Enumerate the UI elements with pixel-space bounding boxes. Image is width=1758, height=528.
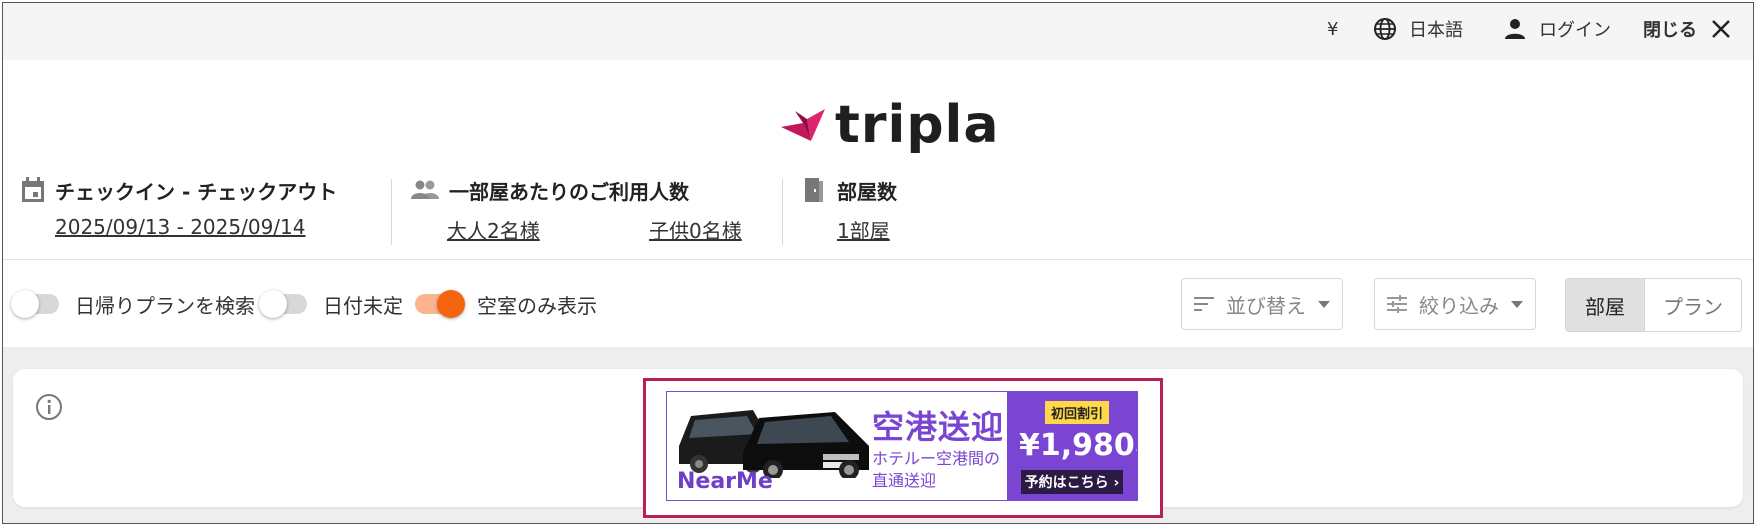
sort-label: 並び替え [1226,293,1306,318]
van-image [679,410,869,478]
login-label: ログイン [1539,20,1611,41]
date-range-label-row: チェックイン - チェックアウト [21,175,381,205]
language-selector[interactable]: 日本語 [1373,3,1463,55]
filter-label: 絞り込み [1419,293,1499,318]
booking-widget: ¥ 日本語 ログイン 閉じる tripla チェックイン - チェックアウト 2… [2,2,1754,524]
view-rooms-tab[interactable]: 部屋 [1566,279,1644,331]
undecided-date-label: 日付未定 [323,293,403,318]
search-conditions: チェックイン - チェックアウト 2025/09/13 - 2025/09/14… [3,175,1753,245]
vacancy-only-switch[interactable] [415,290,465,318]
info-icon[interactable] [35,393,63,421]
currency-label: ¥ [1327,18,1339,40]
price-text: ¥1,980~ [1019,428,1137,463]
rooms-section: 部屋数 1部屋 [803,175,1003,245]
date-range-value[interactable]: 2025/09/13 - 2025/09/14 [55,215,305,239]
banner-title: 空港送迎 [872,408,1005,446]
vacancy-only-label: 空室のみ表示 [477,293,597,318]
tripla-logo: tripla [781,95,999,155]
discount-badge: 初回割引 [1045,401,1110,424]
rooms-label-row: 部屋数 [803,175,1003,205]
sort-button[interactable]: 並び替え [1181,278,1343,330]
divider [782,179,783,245]
ad-banner-frame: NearMe 空港送迎 ホテルー空港間の 直通送迎 初回割引 ¥1,980~ 予… [643,378,1163,518]
date-range-label: チェックイン - チェックアウト [55,179,338,204]
reserve-button[interactable]: 予約はこちら › [1021,470,1123,494]
divider [391,179,392,245]
rooms-label: 部屋数 [837,179,897,204]
guests-label-row: 一部屋あたりのご利用人数 [411,175,771,205]
close-button[interactable]: 閉じる [1643,3,1731,55]
undecided-date-toggle[interactable]: 日付未定 [259,290,403,318]
tune-icon [1387,295,1407,313]
close-icon [1712,20,1730,38]
currency-selector[interactable]: ¥ [1327,3,1338,55]
logo-text: tripla [835,95,1000,155]
sort-icon [1194,297,1214,311]
adults-value[interactable]: 大人2名様 [447,215,540,244]
undecided-date-switch[interactable] [259,290,307,318]
user-icon [1505,19,1525,39]
children-value[interactable]: 子供0名様 [649,215,742,244]
day-trip-label: 日帰りプランを検索 [75,293,255,318]
banner-subtitle: ホテルー空港間の 直通送迎 [872,448,1000,492]
rooms-value[interactable]: 1部屋 [837,215,890,244]
chevron-down-icon [1318,300,1330,308]
banner-subtitle-line: ホテルー空港間の [872,449,1001,468]
top-bar: ¥ 日本語 ログイン 閉じる [3,3,1753,60]
filter-bar: 日帰りプランを検索 日付未定 空室のみ表示 並び替え 絞り込み 部屋 プラン [3,273,1753,335]
price-suffix: ~ [1135,439,1137,460]
banner-subtitle-line: 直通送迎 [872,471,937,490]
language-label: 日本語 [1409,20,1463,41]
globe-icon [1374,18,1396,40]
guests-section: 一部屋あたりのご利用人数 大人2名様 子供0名様 [411,175,771,245]
login-button[interactable]: ログイン [1503,3,1611,55]
filter-button[interactable]: 絞り込み [1374,278,1536,330]
price-panel: 初回割引 ¥1,980~ 予約はこちら › [1007,392,1137,500]
view-toggle: 部屋 プラン [1565,278,1742,332]
airport-transfer-banner[interactable]: NearMe 空港送迎 ホテルー空港間の 直通送迎 初回割引 ¥1,980~ 予… [666,391,1138,501]
guests-label: 一部屋あたりのご利用人数 [449,179,689,204]
banner-content: NearMe 空港送迎 ホテルー空港間の 直通送迎 [667,392,1007,500]
price-value: ¥1,980 [1019,428,1135,463]
close-label: 閉じる [1643,20,1697,41]
day-trip-toggle[interactable]: 日帰りプランを検索 [11,290,255,318]
day-trip-switch[interactable] [11,290,59,318]
date-range-section: チェックイン - チェックアウト 2025/09/13 - 2025/09/14 [21,175,381,245]
vacancy-only-toggle[interactable]: 空室のみ表示 [415,290,597,318]
view-plans-tab[interactable]: プラン [1644,279,1741,331]
nearme-brand: NearMe [677,469,773,494]
bird-logo-icon [781,109,825,141]
divider [3,259,1753,260]
calendar-icon [22,177,44,202]
chevron-down-icon [1511,300,1523,308]
door-icon [805,178,823,202]
people-icon [411,180,439,199]
